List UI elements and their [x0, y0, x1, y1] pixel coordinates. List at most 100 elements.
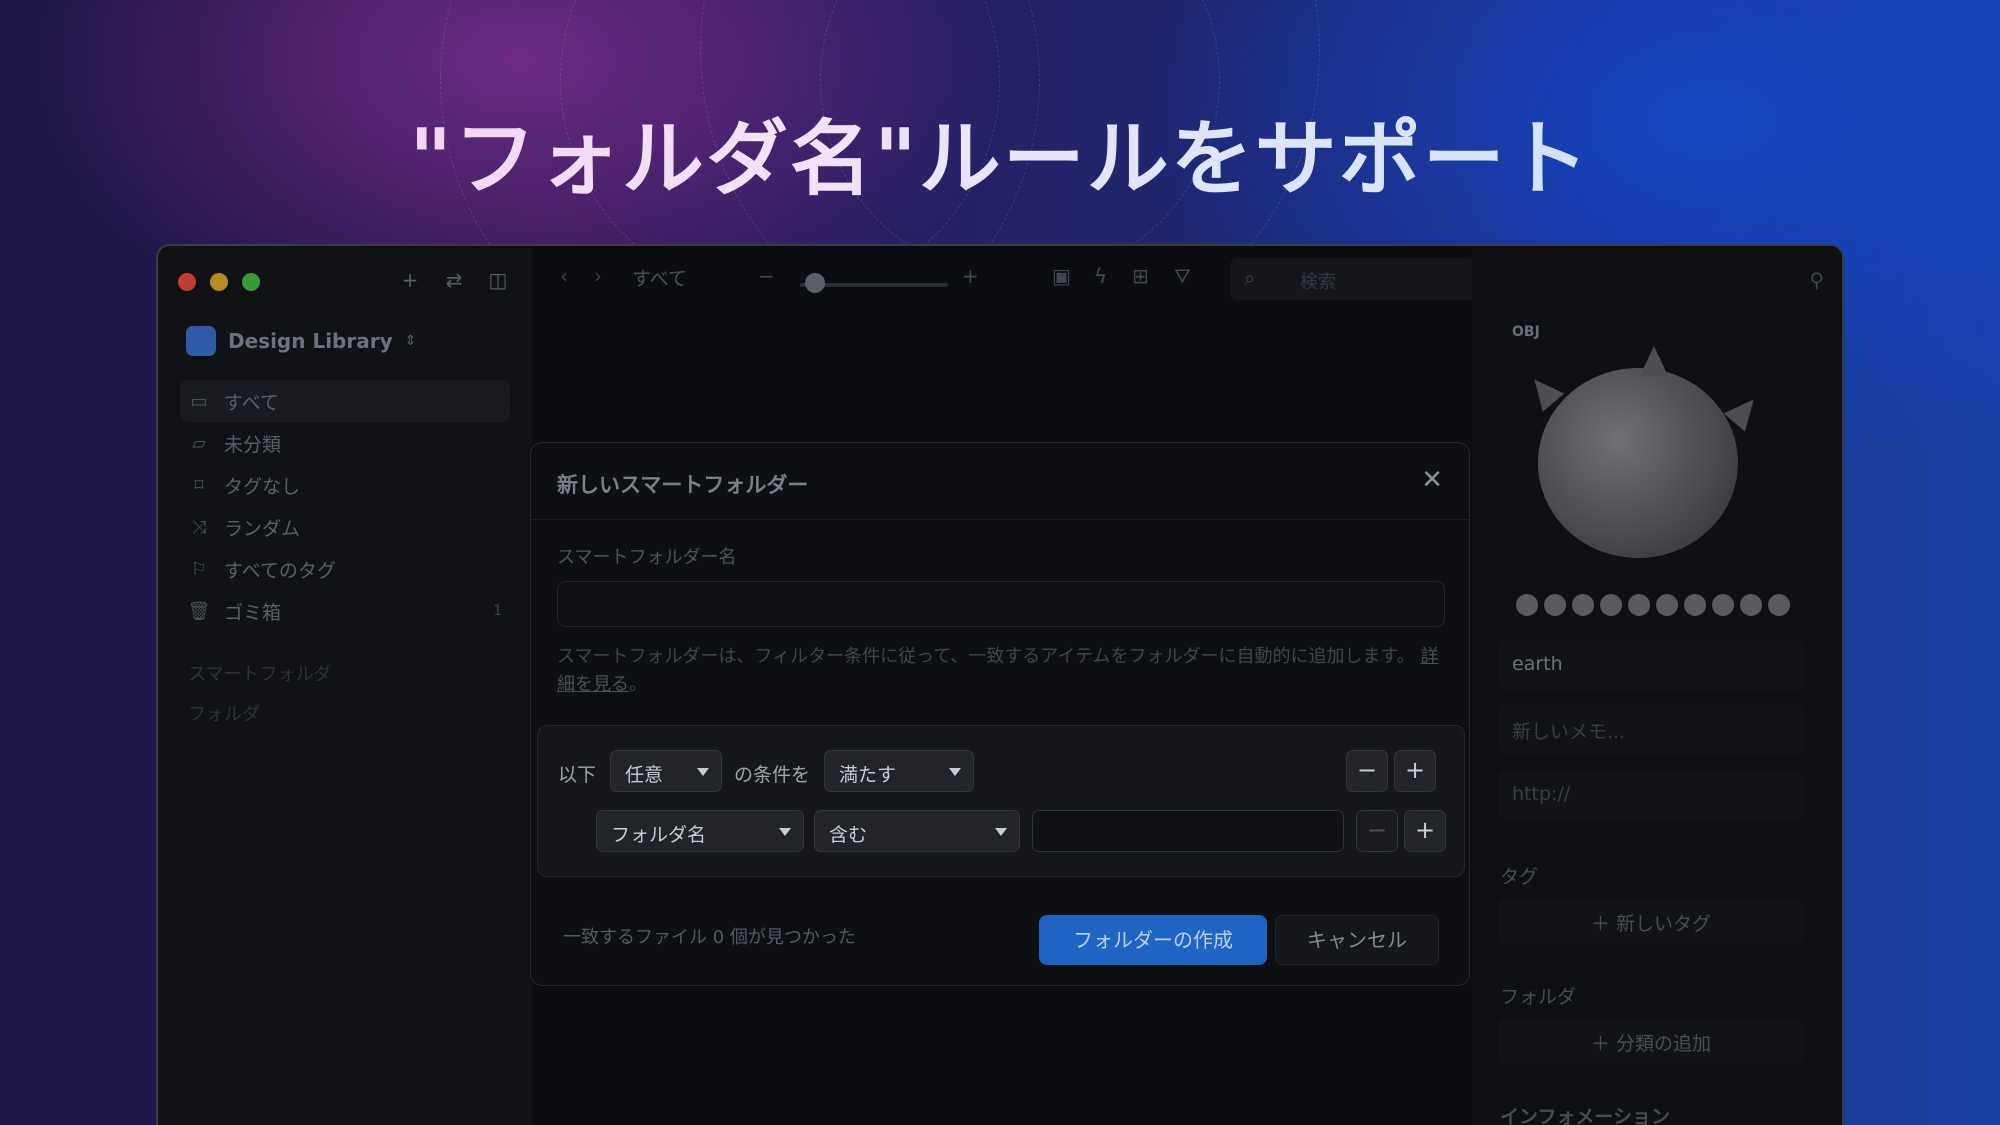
dropdown-caret-icon [949, 768, 961, 776]
item-name-field[interactable]: earth [1498, 640, 1804, 690]
zoom-in-icon[interactable]: + [962, 264, 979, 288]
sidebar-item-label: すべてのタグ [224, 559, 336, 582]
lightning-icon[interactable]: ϟ [1094, 264, 1107, 288]
color-swatch[interactable] [1768, 594, 1790, 616]
main-toolbar: ‹ › すべて − + ▣ ϟ ⊞ ⛛ ⌕ 検索 [532, 246, 1534, 308]
satisfy-value: 満たす [839, 764, 897, 786]
search-box[interactable]: ⌕ 検索 [1230, 258, 1476, 300]
color-swatch[interactable] [1684, 594, 1706, 616]
remove-rule-button[interactable]: − [1356, 810, 1398, 852]
dropdown-caret-icon [995, 828, 1007, 836]
sidebar-item-untagged[interactable]: ⌑ タグなし [180, 464, 510, 506]
breadcrumb: すべて [632, 268, 687, 290]
operator-value: 含む [829, 824, 868, 846]
search-placeholder: 検索 [1300, 272, 1336, 293]
sidebar-item-label: ゴミ箱 [224, 601, 282, 624]
pin-icon[interactable]: ⚲ [1809, 268, 1824, 292]
plus-icon[interactable]: + [396, 266, 424, 294]
color-swatch[interactable] [1544, 594, 1566, 616]
section-folders[interactable]: フォルダ [188, 700, 260, 726]
sidebar-item-label: すべて [224, 391, 279, 414]
sidebar-item-label: 未分類 [224, 433, 282, 456]
chevron-updown-icon: ⇕ [404, 333, 417, 349]
add-category-button[interactable]: ＋ 分類の追加 [1498, 1018, 1804, 1064]
color-swatch[interactable] [1516, 594, 1538, 616]
new-tag-label: 新しいタグ [1616, 913, 1712, 935]
sidebar-item-random[interactable]: ⤨ ランダム [180, 506, 510, 548]
remove-group-button[interactable]: − [1346, 750, 1388, 792]
inspector-panel: ⚲ OBJ earth 新しいメモ... http:// タグ ＋ 新しいタグ … [1472, 246, 1842, 1125]
dialog-description: スマートフォルダーは、フィルター条件に従って、一致するアイテムをフォルダーに自動… [557, 643, 1447, 699]
field-select[interactable]: フォルダ名 [596, 810, 804, 852]
operator-select[interactable]: 含む [814, 810, 1020, 852]
cancel-button[interactable]: キャンセル [1275, 915, 1439, 965]
sidebar-item-label: ランダム [224, 517, 301, 540]
sidebar-item-all[interactable]: ▭ すべて [180, 380, 510, 422]
add-group-button[interactable]: + [1394, 750, 1436, 792]
layout-icon[interactable]: ⊞ [1132, 264, 1149, 288]
library-name: Design Library [228, 329, 393, 353]
sidebar: + ⇄ ◫ Design Library ⇕ ▭ すべて ▱ 未分類 ⌑ タグな… [158, 246, 532, 1125]
swap-icon[interactable]: ⇄ [440, 266, 468, 294]
sidebar-item-label: タグなし [224, 475, 301, 498]
back-icon[interactable]: ‹ [560, 264, 568, 288]
trash-icon: 🗑 [187, 600, 211, 622]
zoom-out-icon[interactable]: − [758, 264, 775, 288]
forward-icon[interactable]: › [594, 264, 602, 288]
dropdown-caret-icon [779, 828, 791, 836]
sidebar-toolbar: + ⇄ ◫ [396, 266, 512, 294]
minimize-window-button[interactable] [210, 273, 228, 291]
info-heading: インフォメーション [1500, 1106, 1671, 1125]
model-spike [1640, 346, 1668, 376]
color-swatch[interactable] [1600, 594, 1622, 616]
match-mode-select[interactable]: 任意 [610, 750, 722, 792]
smart-folder-name-input[interactable] [557, 581, 1445, 627]
new-tag-button[interactable]: ＋ 新しいタグ [1498, 898, 1804, 944]
shuffle-icon: ⤨ [191, 516, 207, 538]
rule-value-input[interactable] [1032, 810, 1344, 852]
color-swatch[interactable] [1572, 594, 1594, 616]
rule-middle-text: の条件を [734, 764, 811, 786]
rules-panel: 以下 任意 の条件を 満たす − + フォルダ名 含む − + [537, 725, 1465, 877]
zoom-slider-knob[interactable] [804, 273, 825, 293]
close-icon[interactable]: ✕ [1421, 465, 1443, 495]
match-mode-value: 任意 [625, 764, 664, 786]
library-switcher[interactable]: Design Library ⇕ [186, 326, 416, 356]
memo-field[interactable]: 新しいメモ... [1498, 704, 1804, 754]
description-end: 。 [629, 674, 647, 695]
folder-heading: フォルダ [1500, 986, 1577, 1008]
field-value: フォルダ名 [611, 824, 707, 846]
color-swatch[interactable] [1712, 594, 1734, 616]
sidebar-item-uncategorized[interactable]: ▱ 未分類 [180, 422, 510, 464]
folder-icon: ▱ [192, 432, 206, 454]
url-field[interactable]: http:// [1498, 770, 1804, 820]
preview-thumbnail[interactable]: OBJ [1500, 316, 1782, 608]
dropdown-caret-icon [697, 768, 709, 776]
close-window-button[interactable] [178, 273, 196, 291]
add-rule-button[interactable]: + [1404, 810, 1446, 852]
headline: "フォルダ名"ルールをサポート [0, 92, 2000, 211]
color-swatch[interactable] [1628, 594, 1650, 616]
satisfy-select[interactable]: 満たす [824, 750, 974, 792]
filter-icon[interactable]: ⛛ [1174, 264, 1191, 288]
description-text: スマートフォルダーは、フィルター条件に従って、一致するアイテムをフォルダーに自動… [557, 646, 1415, 667]
inbox-icon: ▭ [190, 390, 208, 412]
file-type-badge: OBJ [1512, 324, 1540, 340]
sidebar-nav: ▭ すべて ▱ 未分類 ⌑ タグなし ⤨ ランダム ⚐ すべてのタグ 🗑 ゴミ箱 [180, 380, 510, 632]
trash-count: 1 [493, 603, 502, 619]
create-folder-button[interactable]: フォルダーの作成 [1039, 915, 1267, 965]
color-swatch[interactable] [1740, 594, 1762, 616]
name-field-label: スマートフォルダー名 [557, 547, 737, 568]
library-icon [186, 326, 216, 356]
earth-model-image [1538, 368, 1738, 558]
sidebar-item-trash[interactable]: 🗑 ゴミ箱 1 [180, 590, 510, 632]
section-smart-folders[interactable]: スマートフォルダ [188, 660, 331, 686]
zoom-window-button[interactable] [242, 273, 260, 291]
bookmark-icon: ⚐ [190, 558, 208, 580]
sidebar-item-all-tags[interactable]: ⚐ すべてのタグ [180, 548, 510, 590]
tag-off-icon: ⌑ [194, 474, 204, 496]
color-swatch[interactable] [1656, 594, 1678, 616]
sidebar-toggle-icon[interactable]: ◫ [484, 266, 512, 294]
terminal-icon[interactable]: ▣ [1052, 264, 1071, 288]
color-palette [1516, 594, 1790, 616]
